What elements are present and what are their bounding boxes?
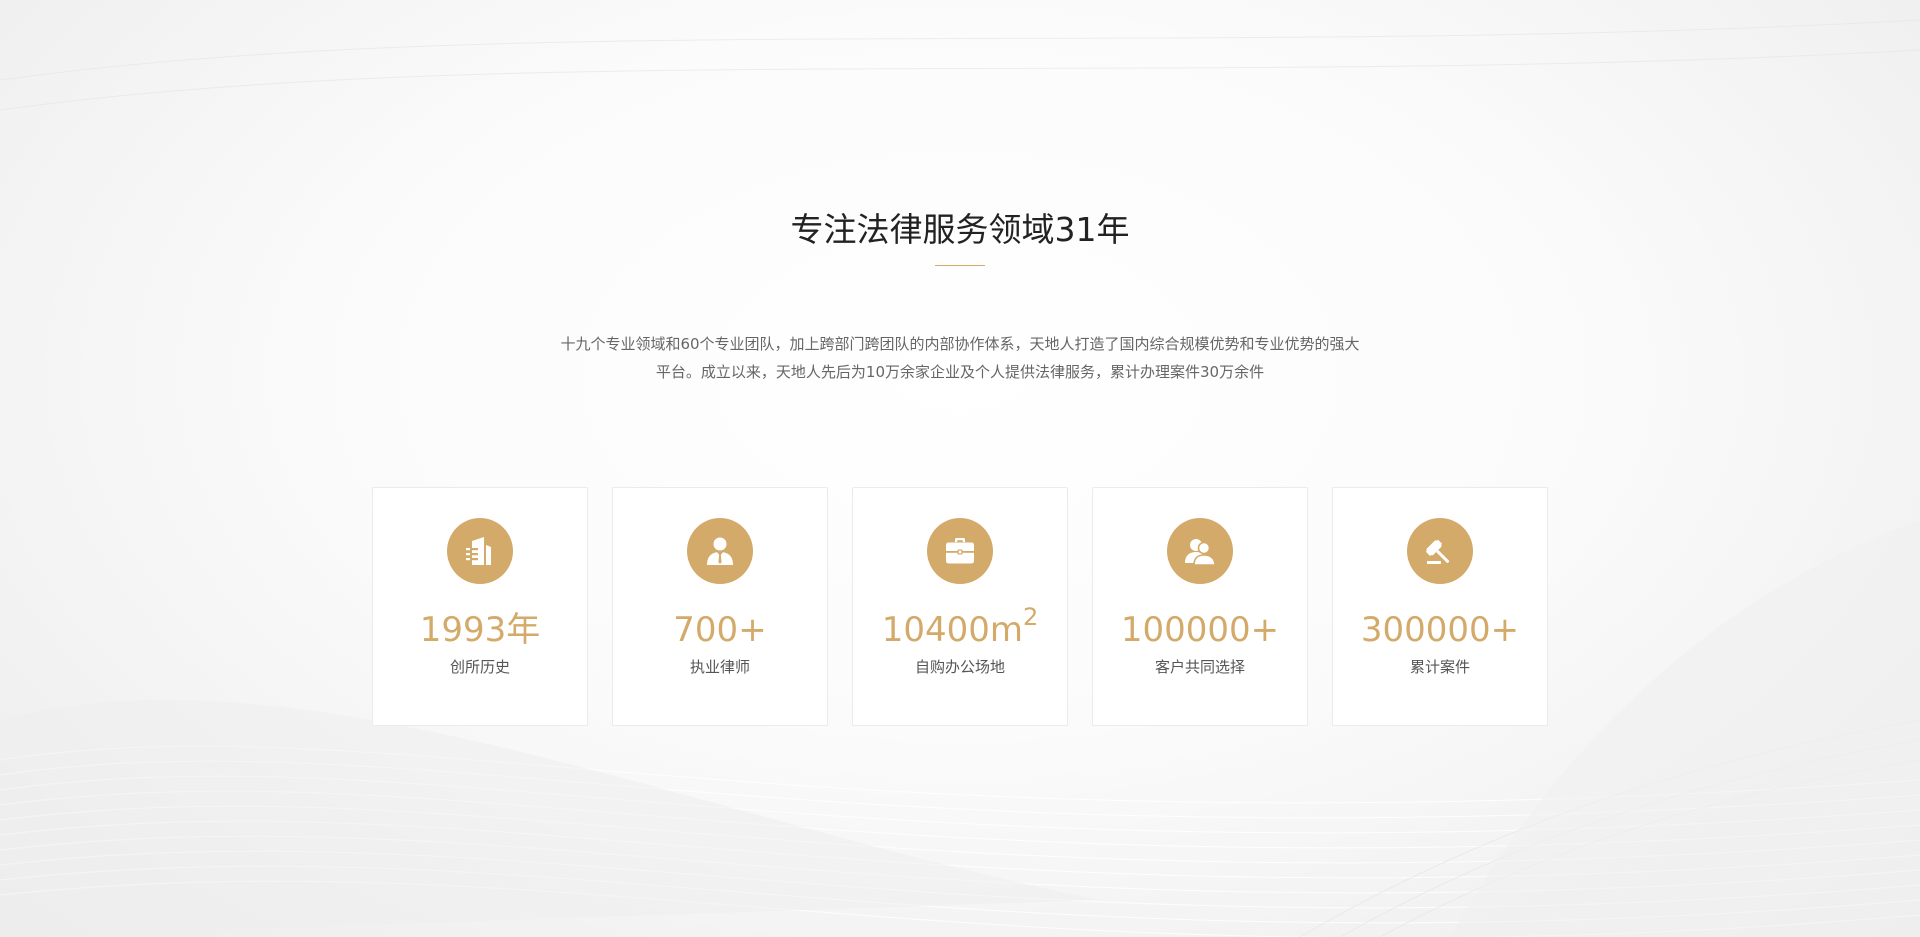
building-icon — [447, 518, 513, 584]
stat-value: 10400m2 — [881, 602, 1039, 650]
stat-card-office: 10400m2 自购办公场地 — [852, 487, 1068, 726]
stat-card-lawyers: 700+ 执业律师 — [612, 487, 828, 726]
stat-value: 1993年 — [419, 610, 541, 650]
stat-card-cases: 300000+ 累计案件 — [1332, 487, 1548, 726]
stat-label: 创所历史 — [449, 658, 510, 676]
lawyer-icon — [687, 518, 753, 584]
description-line-1: 十九个专业领域和60个专业团队，加上跨部门跨团队的内部协作体系，天地人打造了国内… — [560, 335, 1360, 353]
title-divider — [935, 265, 985, 266]
briefcase-icon — [927, 518, 993, 584]
stat-label: 自购办公场地 — [914, 658, 1005, 676]
section-description: 十九个专业领域和60个专业团队，加上跨部门跨团队的内部协作体系，天地人打造了国内… — [520, 330, 1400, 386]
stat-card-clients: 100000+ 客户共同选择 — [1092, 487, 1308, 726]
stat-value: 700+ — [673, 610, 767, 650]
stat-label: 客户共同选择 — [1154, 658, 1245, 676]
description-line-2: 平台。成立以来，天地人先后为10万余家企业及个人提供法律服务，累计办理案件30万… — [655, 363, 1265, 381]
gavel-icon — [1407, 518, 1473, 584]
stat-label: 累计案件 — [1409, 658, 1470, 676]
stat-value: 100000+ — [1120, 610, 1280, 650]
page-content: 专注法律服务领域31年 十九个专业领域和60个专业团队，加上跨部门跨团队的内部协… — [0, 0, 1920, 937]
stat-card-history: 1993年 创所历史 — [372, 487, 588, 726]
stats-cards: 1993年 创所历史 700+ 执业律师 10400m2 自购办公场地 1000… — [372, 487, 1548, 726]
stat-value: 300000+ — [1360, 610, 1520, 650]
users-icon — [1167, 518, 1233, 584]
stat-label: 执业律师 — [689, 658, 750, 676]
section-title: 专注法律服务领域31年 — [790, 210, 1130, 249]
